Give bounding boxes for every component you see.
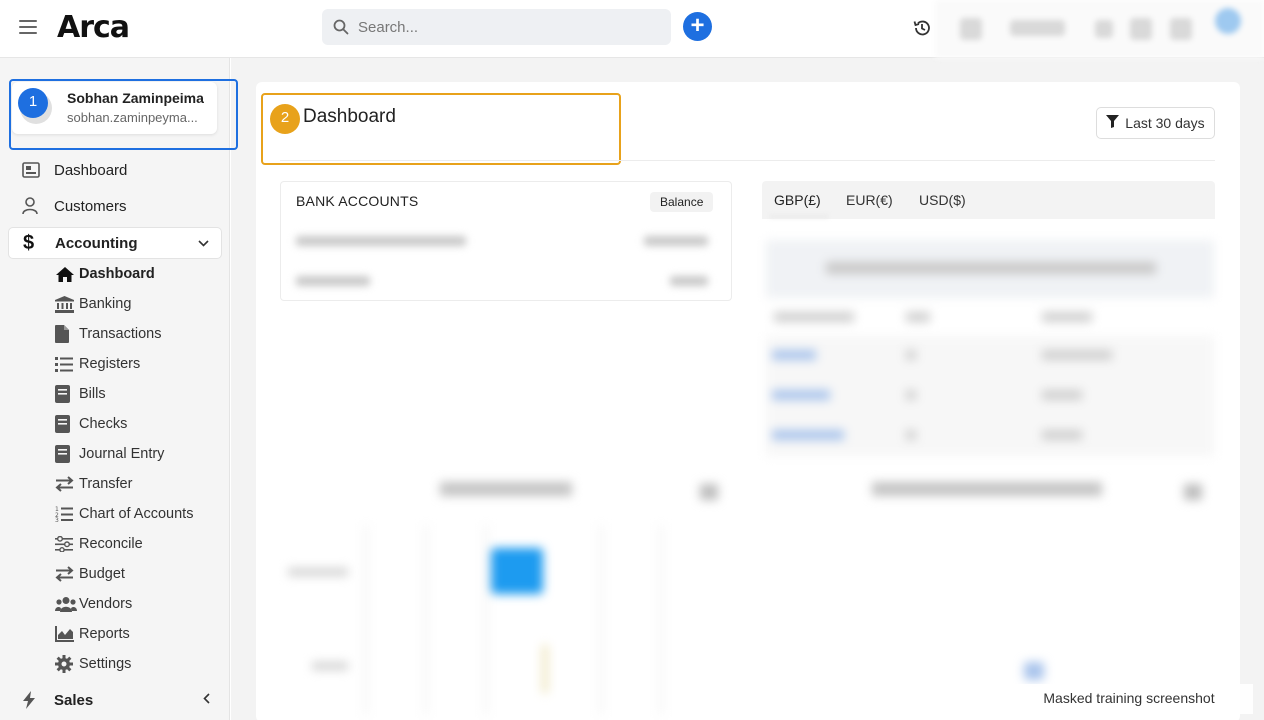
bank-accounts-title: BANK ACCOUNTS <box>296 193 419 209</box>
sidebar-group-accounting[interactable]: $ Accounting <box>8 227 222 259</box>
sidebar-subitem-checks[interactable]: Checks <box>55 412 127 436</box>
dollar-icon: $ <box>23 231 35 254</box>
chevron-down-icon <box>198 236 209 250</box>
tab-gbp[interactable]: GBP(£) <box>774 192 821 208</box>
transfer-icon <box>55 566 79 582</box>
sidebar-subitem-label: Registers <box>79 356 141 372</box>
sidebar-subitem-label: Vendors <box>79 596 133 612</box>
annotation-badge-2: 2 <box>270 104 300 134</box>
masked-chart-left <box>280 470 730 715</box>
masked-chart-right <box>762 470 1214 715</box>
sidebar-subitem-label: Journal Entry <box>79 446 165 462</box>
gear-icon <box>55 655 79 673</box>
add-button[interactable]: + <box>683 12 712 41</box>
sidebar-item-label: Customers <box>54 197 127 215</box>
sidebar-item-label: Accounting <box>55 234 138 252</box>
sidebar-subitem-label: Checks <box>79 416 128 432</box>
sidebar-subitem-banking[interactable]: Banking <box>55 292 131 316</box>
top-bar: Arca + <box>0 0 1264 58</box>
users-icon <box>55 596 79 612</box>
bolt-icon <box>8 691 54 709</box>
history-icon[interactable] <box>912 18 932 43</box>
sidebar-subitem-registers[interactable]: Registers <box>55 352 140 376</box>
sidebar-subitem-label: Banking <box>79 296 132 312</box>
annotation-box-2 <box>261 93 621 165</box>
ordered-list-icon: 123 <box>55 506 79 522</box>
sidebar-subitem-dashboard[interactable]: Dashboard <box>55 262 155 286</box>
date-filter-label: Last 30 days <box>1125 115 1205 131</box>
home-icon <box>55 266 79 283</box>
chevron-left-icon <box>203 693 210 707</box>
sidebar-group-sales[interactable]: Sales <box>8 684 222 716</box>
filter-icon <box>1106 115 1120 131</box>
document-icon <box>55 385 79 403</box>
user-icon <box>8 197 54 215</box>
sidebar-subitem-transfer[interactable]: Transfer <box>55 472 132 496</box>
document-icon <box>55 415 79 433</box>
masked-row <box>644 236 708 246</box>
search-bar[interactable] <box>322 9 671 45</box>
sidebar-subitem-label: Chart of Accounts <box>79 506 194 522</box>
header-divider <box>280 160 1215 161</box>
sidebar-subitem-label: Bills <box>79 386 106 402</box>
sidebar-item-customers[interactable]: Customers <box>8 190 222 222</box>
menu-icon[interactable] <box>19 20 37 34</box>
chart-icon <box>55 626 79 642</box>
svg-text:3: 3 <box>55 517 59 522</box>
search-icon <box>333 19 349 40</box>
masked-transaction-panel <box>766 240 1214 458</box>
active-tab-indicator <box>770 215 828 218</box>
sidebar-subitem-label: Budget <box>79 566 125 582</box>
sidebar-item-label: Sales <box>54 691 94 709</box>
sidebar-item-label: Dashboard <box>54 161 128 179</box>
document-icon <box>55 445 79 463</box>
sidebar-subitem-vendors[interactable]: Vendors <box>55 592 132 616</box>
sidebar-subitem-reports[interactable]: Reports <box>55 622 130 646</box>
dashboard-icon <box>8 162 54 178</box>
bank-icon <box>55 295 79 313</box>
list-icon <box>55 356 79 372</box>
transfer-icon <box>55 476 79 492</box>
sliders-icon <box>55 536 79 552</box>
sidebar-subitem-journal-entry[interactable]: Journal Entry <box>55 442 164 466</box>
sidebar-subitem-reconcile[interactable]: Reconcile <box>55 532 143 556</box>
sidebar-subitem-label: Dashboard <box>79 266 155 282</box>
masked-toolbar <box>935 0 1264 58</box>
balance-column-header: Balance <box>650 192 714 212</box>
masked-row <box>296 236 466 246</box>
sidebar-item-dashboard[interactable]: Dashboard <box>8 154 222 186</box>
sidebar-subitem-label: Reconcile <box>79 536 143 552</box>
file-icon <box>55 325 79 343</box>
sidebar-subitem-label: Transfer <box>79 476 133 492</box>
sidebar-subitem-label: Reports <box>79 626 130 642</box>
sidebar: Sobhan Zaminpeima sobhan.zaminpeyma... 1… <box>0 58 238 720</box>
annotation-box-1 <box>9 79 238 150</box>
sidebar-subitem-budget[interactable]: Budget <box>55 562 125 586</box>
currency-tabs: GBP(£) EUR(€) USD($) <box>762 181 1215 219</box>
masked-row <box>296 276 370 286</box>
annotation-badge-1: 1 <box>18 88 48 118</box>
search-input[interactable] <box>358 9 658 45</box>
sidebar-subitem-bills[interactable]: Bills <box>55 382 106 406</box>
watermark-label: Masked training screenshot <box>1005 684 1253 714</box>
sidebar-subitem-label: Transactions <box>79 326 162 342</box>
sidebar-subitem-label: Settings <box>79 656 132 672</box>
page-title: Dashboard <box>303 106 396 127</box>
masked-row <box>670 276 708 286</box>
sidebar-subitem-settings[interactable]: Settings <box>55 652 131 676</box>
sidebar-subitem-transactions[interactable]: Transactions <box>55 322 161 346</box>
app-logo[interactable]: Arca <box>57 10 130 45</box>
sidebar-subitem-chart-of-accounts[interactable]: 123 Chart of Accounts <box>55 502 193 526</box>
date-filter-button[interactable]: Last 30 days <box>1096 107 1215 139</box>
tab-usd[interactable]: USD($) <box>919 192 966 208</box>
tab-eur[interactable]: EUR(€) <box>846 192 893 208</box>
